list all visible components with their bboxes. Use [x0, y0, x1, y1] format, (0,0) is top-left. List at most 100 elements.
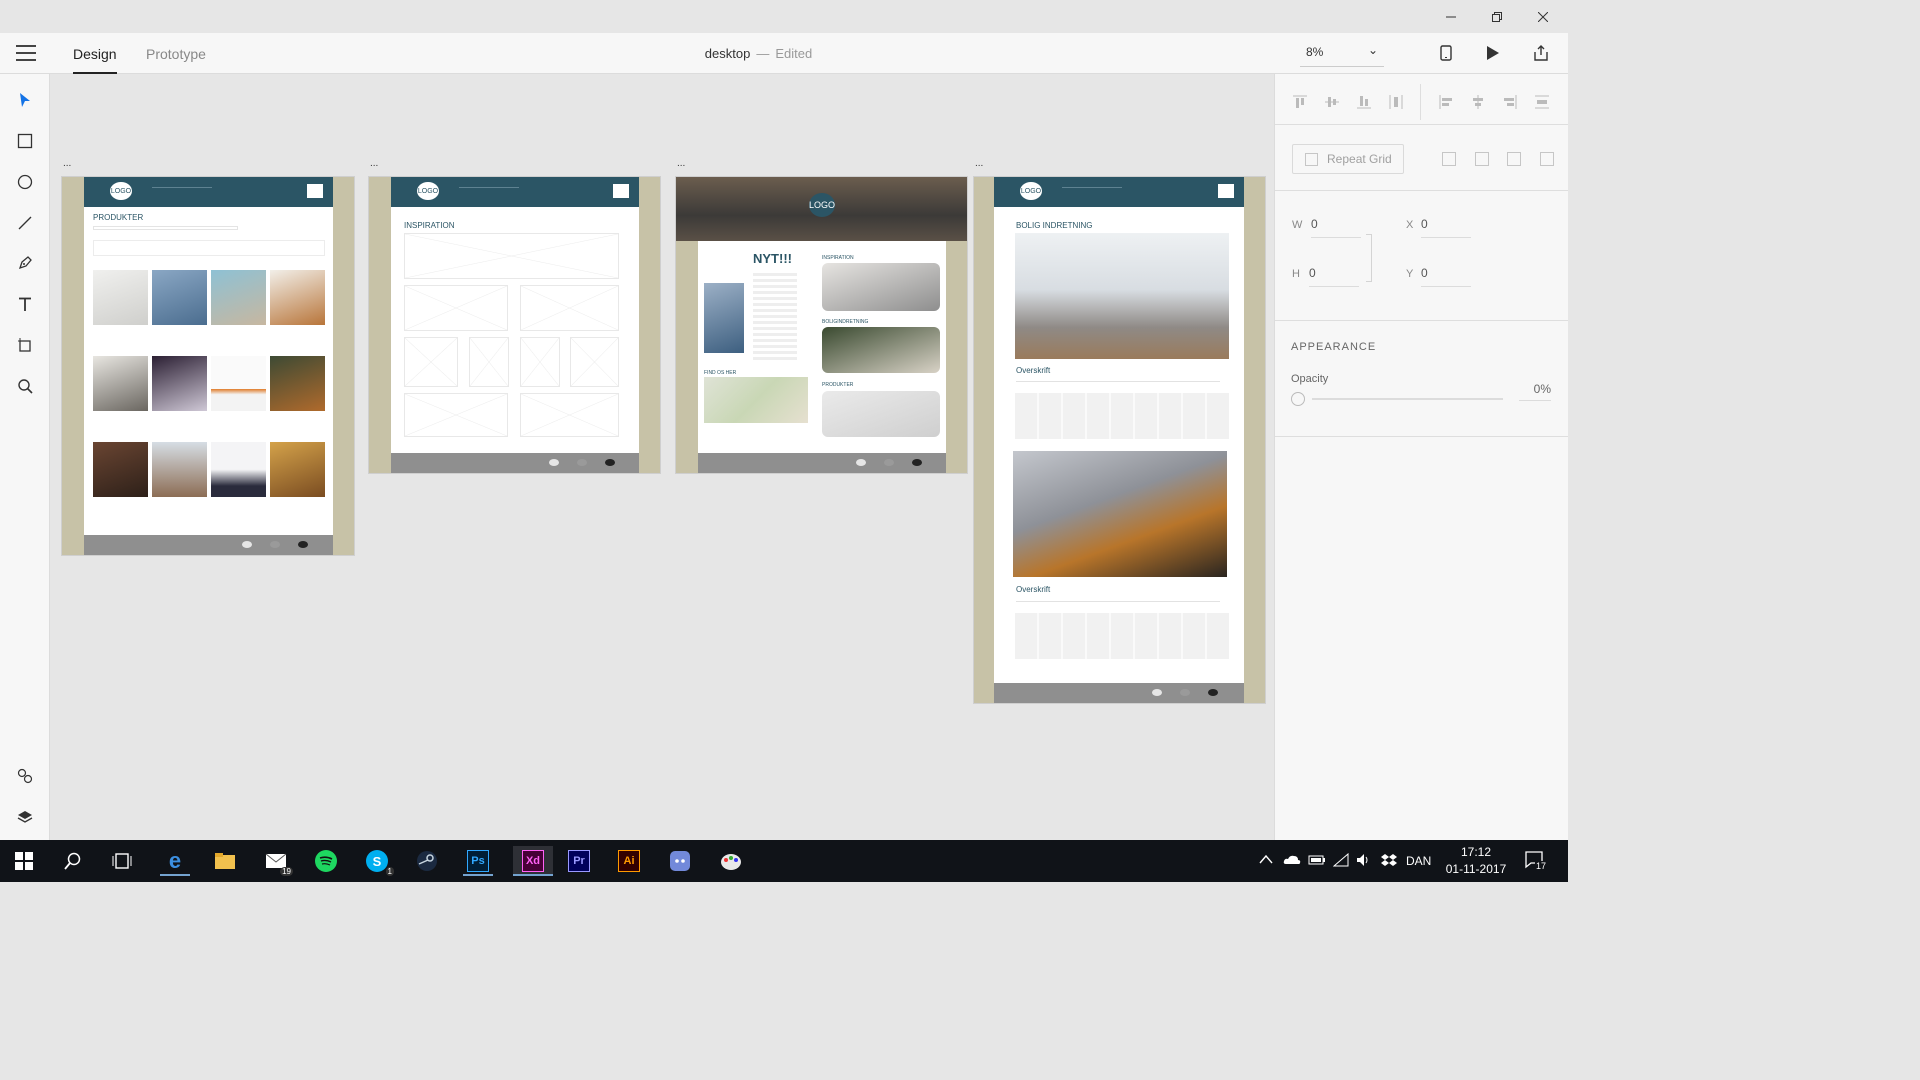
wifi-icon[interactable] — [1332, 852, 1349, 870]
symbols-icon[interactable] — [13, 764, 37, 788]
skype-icon[interactable]: S 1 — [362, 846, 394, 876]
app-header: Design Prototype desktop — Edited 8% ⌄ — [0, 33, 1568, 74]
line-tool-icon[interactable] — [13, 211, 37, 235]
product-image — [152, 356, 207, 411]
zoom-value: 8% — [1306, 45, 1324, 59]
side-title: PRODUKTER — [822, 382, 854, 388]
zoom-dropdown[interactable]: 8% ⌄ — [1300, 39, 1384, 67]
artboard-search — [1062, 187, 1122, 188]
align-middle-icon[interactable] — [1324, 94, 1340, 110]
ellipse-tool-icon[interactable] — [13, 170, 37, 194]
onedrive-icon[interactable] — [1283, 853, 1301, 868]
edge-icon[interactable]: e — [160, 846, 190, 876]
steam-icon[interactable] — [412, 846, 442, 876]
discord-icon[interactable] — [665, 846, 695, 876]
artboard-produkter[interactable]: LOGO PRODUKTER — [61, 176, 355, 556]
image-placeholder — [570, 337, 619, 387]
opacity-slider[interactable] — [1312, 398, 1503, 400]
boolean-subtract-icon[interactable] — [1475, 152, 1489, 166]
artboard-logo: LOGO — [1020, 182, 1042, 200]
align-bottom-icon[interactable] — [1356, 94, 1372, 110]
pen-tool-icon[interactable] — [13, 251, 37, 275]
boolean-exclude-icon[interactable] — [1540, 152, 1554, 166]
layers-icon[interactable] — [13, 805, 37, 829]
mail-badge: 19 — [280, 867, 293, 876]
opacity-slider-handle[interactable] — [1291, 392, 1305, 406]
product-image — [211, 356, 266, 411]
align-top-icon[interactable] — [1292, 94, 1308, 110]
artboard-footer — [84, 535, 333, 555]
text-block — [1015, 613, 1229, 659]
artboard-filter-bar — [93, 240, 325, 256]
side-title: BOLIGINDRETNING — [822, 319, 869, 325]
artboard-inspiration[interactable]: LOGO INSPIRATION — [368, 176, 661, 474]
artboard-logo: LOGO — [110, 182, 132, 200]
battery-icon[interactable] — [1308, 854, 1326, 868]
select-tool-icon[interactable] — [13, 88, 37, 112]
premiere-icon[interactable]: Pr — [564, 846, 594, 876]
share-icon[interactable] — [1529, 41, 1553, 65]
dropbox-icon[interactable] — [1381, 853, 1397, 870]
image-placeholder — [404, 337, 458, 387]
artboard-page: LOGO PRODUKTER — [84, 177, 333, 555]
xd-icon[interactable]: Xd — [513, 846, 553, 876]
boolean-add-icon[interactable] — [1442, 152, 1456, 166]
illustrator-icon[interactable]: Ai — [614, 846, 644, 876]
device-preview-icon[interactable] — [1434, 41, 1458, 65]
design-canvas[interactable]: ... LOGO PRODUKTER ... LOGO INSPIRATION … — [50, 74, 1274, 840]
width-field[interactable]: 0 — [1311, 217, 1361, 238]
minimize-icon[interactable] — [1428, 0, 1474, 33]
action-center-icon[interactable]: 17 — [1525, 851, 1548, 872]
repeat-grid-button[interactable]: Repeat Grid — [1292, 144, 1404, 174]
volume-icon[interactable] — [1356, 853, 1372, 870]
align-left-icon[interactable] — [1438, 94, 1454, 110]
task-view-icon[interactable] — [107, 846, 137, 876]
artboard-menu-icon — [1218, 184, 1234, 198]
distribute-horizontal-icon[interactable] — [1534, 94, 1550, 110]
distribute-vertical-icon[interactable] — [1388, 94, 1404, 110]
align-center-icon[interactable] — [1470, 94, 1486, 110]
product-image — [93, 356, 148, 411]
file-explorer-icon[interactable] — [210, 846, 240, 876]
premiere-label: Pr — [568, 850, 590, 872]
artboard-tool-icon[interactable] — [13, 333, 37, 357]
side-title: INSPIRATION — [822, 255, 854, 261]
artboard-header: LOGO — [994, 177, 1244, 207]
windows-start-icon[interactable] — [9, 846, 39, 876]
search-icon[interactable] — [58, 846, 88, 876]
mail-icon[interactable]: 19 — [261, 846, 293, 876]
artboard-label[interactable]: ... — [677, 158, 685, 169]
artboard-label[interactable]: ... — [975, 158, 983, 169]
artboard-bolig-indretning[interactable]: LOGO BOLIG INDRETNING Overskrift Overskr… — [973, 176, 1266, 704]
opacity-label: Opacity — [1291, 373, 1329, 385]
paint-icon[interactable] — [716, 846, 746, 876]
text-tool-icon[interactable] — [13, 292, 37, 316]
lock-aspect-icon[interactable] — [1366, 234, 1372, 282]
artboard-label[interactable]: ... — [63, 158, 71, 169]
x-field[interactable]: 0 — [1421, 217, 1471, 238]
spotify-icon[interactable] — [311, 846, 341, 876]
opacity-field[interactable]: 0% — [1519, 382, 1551, 401]
artboard-forside[interactable]: LOGO NYT!!! INSPIRATION BOLIGINDRETNING … — [675, 176, 968, 474]
language-indicator[interactable]: DAN — [1406, 854, 1431, 868]
restore-icon[interactable] — [1474, 0, 1520, 33]
artboard-page: NYT!!! INSPIRATION BOLIGINDRETNING PRODU… — [698, 241, 946, 473]
artboard-label[interactable]: ... — [370, 158, 378, 169]
artboard-menu-icon — [613, 184, 629, 198]
clock[interactable]: 17:12 01-11-2017 — [1445, 845, 1507, 876]
y-field[interactable]: 0 — [1421, 266, 1471, 287]
height-field[interactable]: 0 — [1309, 266, 1359, 287]
chevron-up-icon[interactable] — [1259, 853, 1273, 867]
rectangle-tool-icon[interactable] — [13, 129, 37, 153]
appearance-heading: APPEARANCE — [1291, 341, 1377, 353]
xd-label: Xd — [522, 850, 544, 872]
align-right-icon[interactable] — [1502, 94, 1518, 110]
zoom-tool-icon[interactable] — [13, 374, 37, 398]
photoshop-icon[interactable]: Ps — [463, 846, 493, 876]
boolean-intersect-icon[interactable] — [1507, 152, 1521, 166]
clock-date: 01-11-2017 — [1445, 862, 1507, 876]
play-icon[interactable] — [1481, 41, 1505, 65]
headline: NYT!!! — [753, 251, 792, 266]
section-title: BOLIG INDRETNING — [1016, 221, 1093, 230]
close-icon[interactable] — [1520, 0, 1566, 33]
